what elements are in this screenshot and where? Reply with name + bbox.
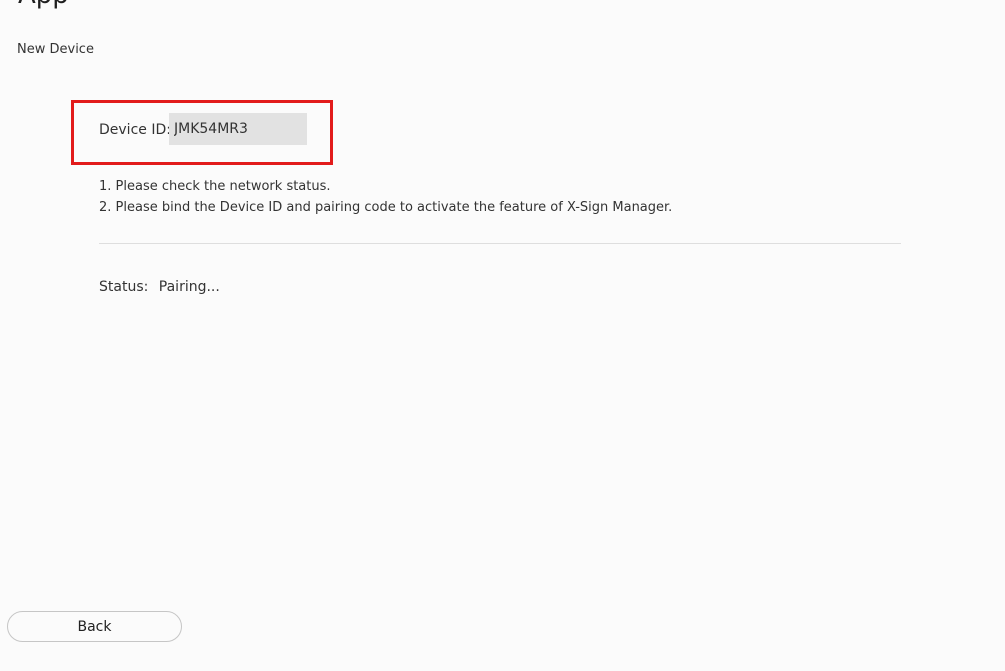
device-id-label: Device ID:: [99, 122, 171, 138]
back-button[interactable]: Back: [7, 611, 182, 642]
instructions-list: 1. Please check the network status. 2. P…: [99, 176, 949, 218]
page-title: New Device: [17, 42, 94, 57]
cropped-header: App: [0, 0, 1005, 12]
partial-app-title: App: [18, 0, 69, 8]
status-row: Status: Pairing...: [99, 279, 220, 295]
instruction-bind-device: 2. Please bind the Device ID and pairing…: [99, 200, 673, 215]
status-value: Pairing...: [158, 279, 220, 295]
device-id-field[interactable]: [169, 113, 307, 145]
instruction-network-status: 1. Please check the network status.: [99, 179, 331, 194]
status-label: Status:: [99, 279, 149, 295]
divider: [99, 243, 901, 244]
